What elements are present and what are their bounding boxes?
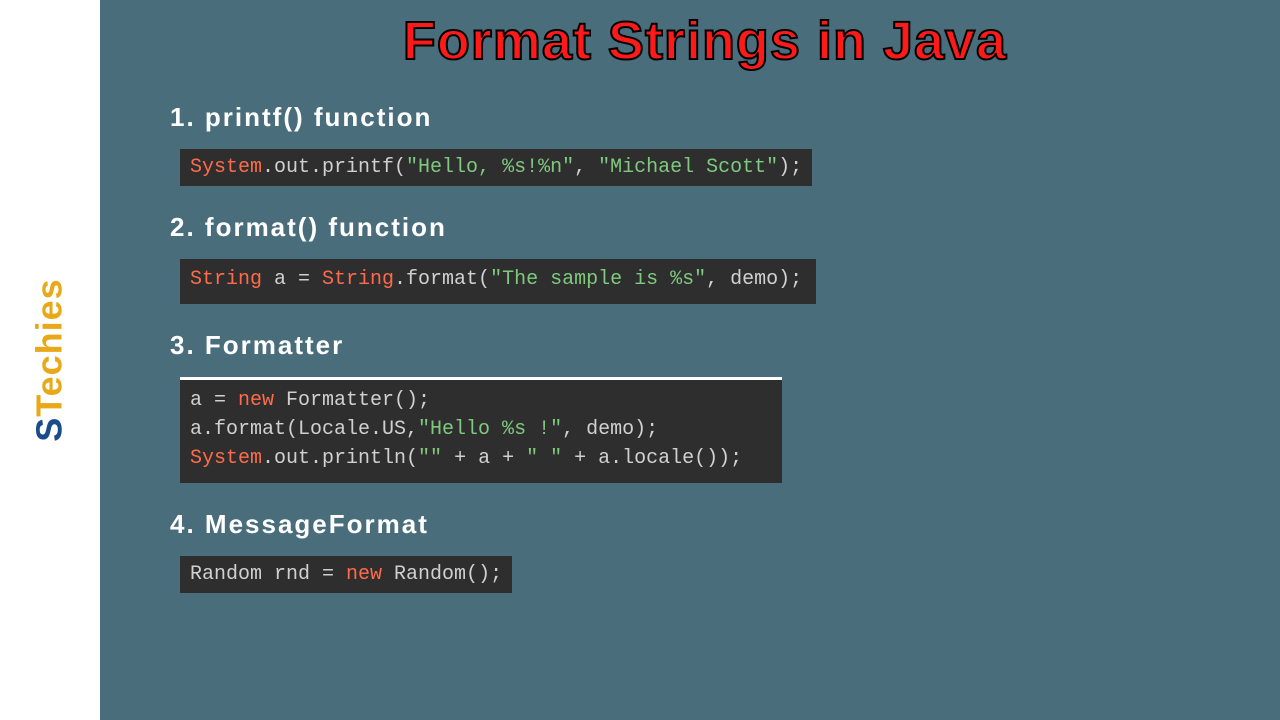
slide-main: Format Strings in Java 1. printf() funct…: [100, 0, 1280, 720]
code-token: "Michael Scott": [598, 156, 778, 179]
code-block-3: a = new Formatter(); a.format(Locale.US,…: [180, 377, 782, 483]
slide-title: Format Strings in Java: [170, 10, 1240, 72]
code-token: Random();: [382, 563, 502, 586]
code-token: "The sample is %s": [490, 268, 706, 291]
code-token: .out.println(: [262, 447, 418, 470]
code-token: "Hello %s !": [418, 418, 562, 441]
code-token: + a.locale());: [562, 447, 742, 470]
code-token: " ": [526, 447, 562, 470]
code-token: System: [190, 156, 262, 179]
code-token: new: [346, 563, 382, 586]
section-heading-1: 1. printf() function: [170, 102, 1240, 133]
code-block-1: System.out.printf("Hello, %s!%n", "Micha…: [180, 149, 812, 186]
code-token: + a +: [442, 447, 526, 470]
section-heading-2: 2. format() function: [170, 212, 1240, 243]
code-token: System: [190, 447, 262, 470]
code-token: a.format(Locale.US,: [190, 418, 418, 441]
code-block-4: Random rnd = new Random();: [180, 556, 512, 593]
code-token: "": [418, 447, 442, 470]
logo-rest: Techies: [29, 278, 70, 416]
code-token: .format(: [394, 268, 490, 291]
logo-letter-s: S: [29, 417, 70, 442]
code-token: String: [190, 268, 262, 291]
section-heading-3: 3. Formatter: [170, 330, 1240, 361]
code-token: Formatter();: [274, 389, 430, 412]
code-token: String: [322, 268, 394, 291]
section-heading-4: 4. MessageFormat: [170, 509, 1240, 540]
code-token: ,: [574, 156, 598, 179]
code-token: .out.printf(: [262, 156, 406, 179]
code-token: new: [238, 389, 274, 412]
brand-logo: STechies: [29, 278, 71, 441]
sidebar: STechies: [0, 0, 100, 720]
code-token: , demo);: [562, 418, 658, 441]
code-token: a =: [262, 268, 322, 291]
code-token: , demo);: [706, 268, 802, 291]
code-token: Random rnd =: [190, 563, 346, 586]
code-block-2: String a = String.format("The sample is …: [180, 259, 816, 304]
code-token: a =: [190, 389, 238, 412]
code-token: );: [778, 156, 802, 179]
code-token: "Hello, %s!%n": [406, 156, 574, 179]
